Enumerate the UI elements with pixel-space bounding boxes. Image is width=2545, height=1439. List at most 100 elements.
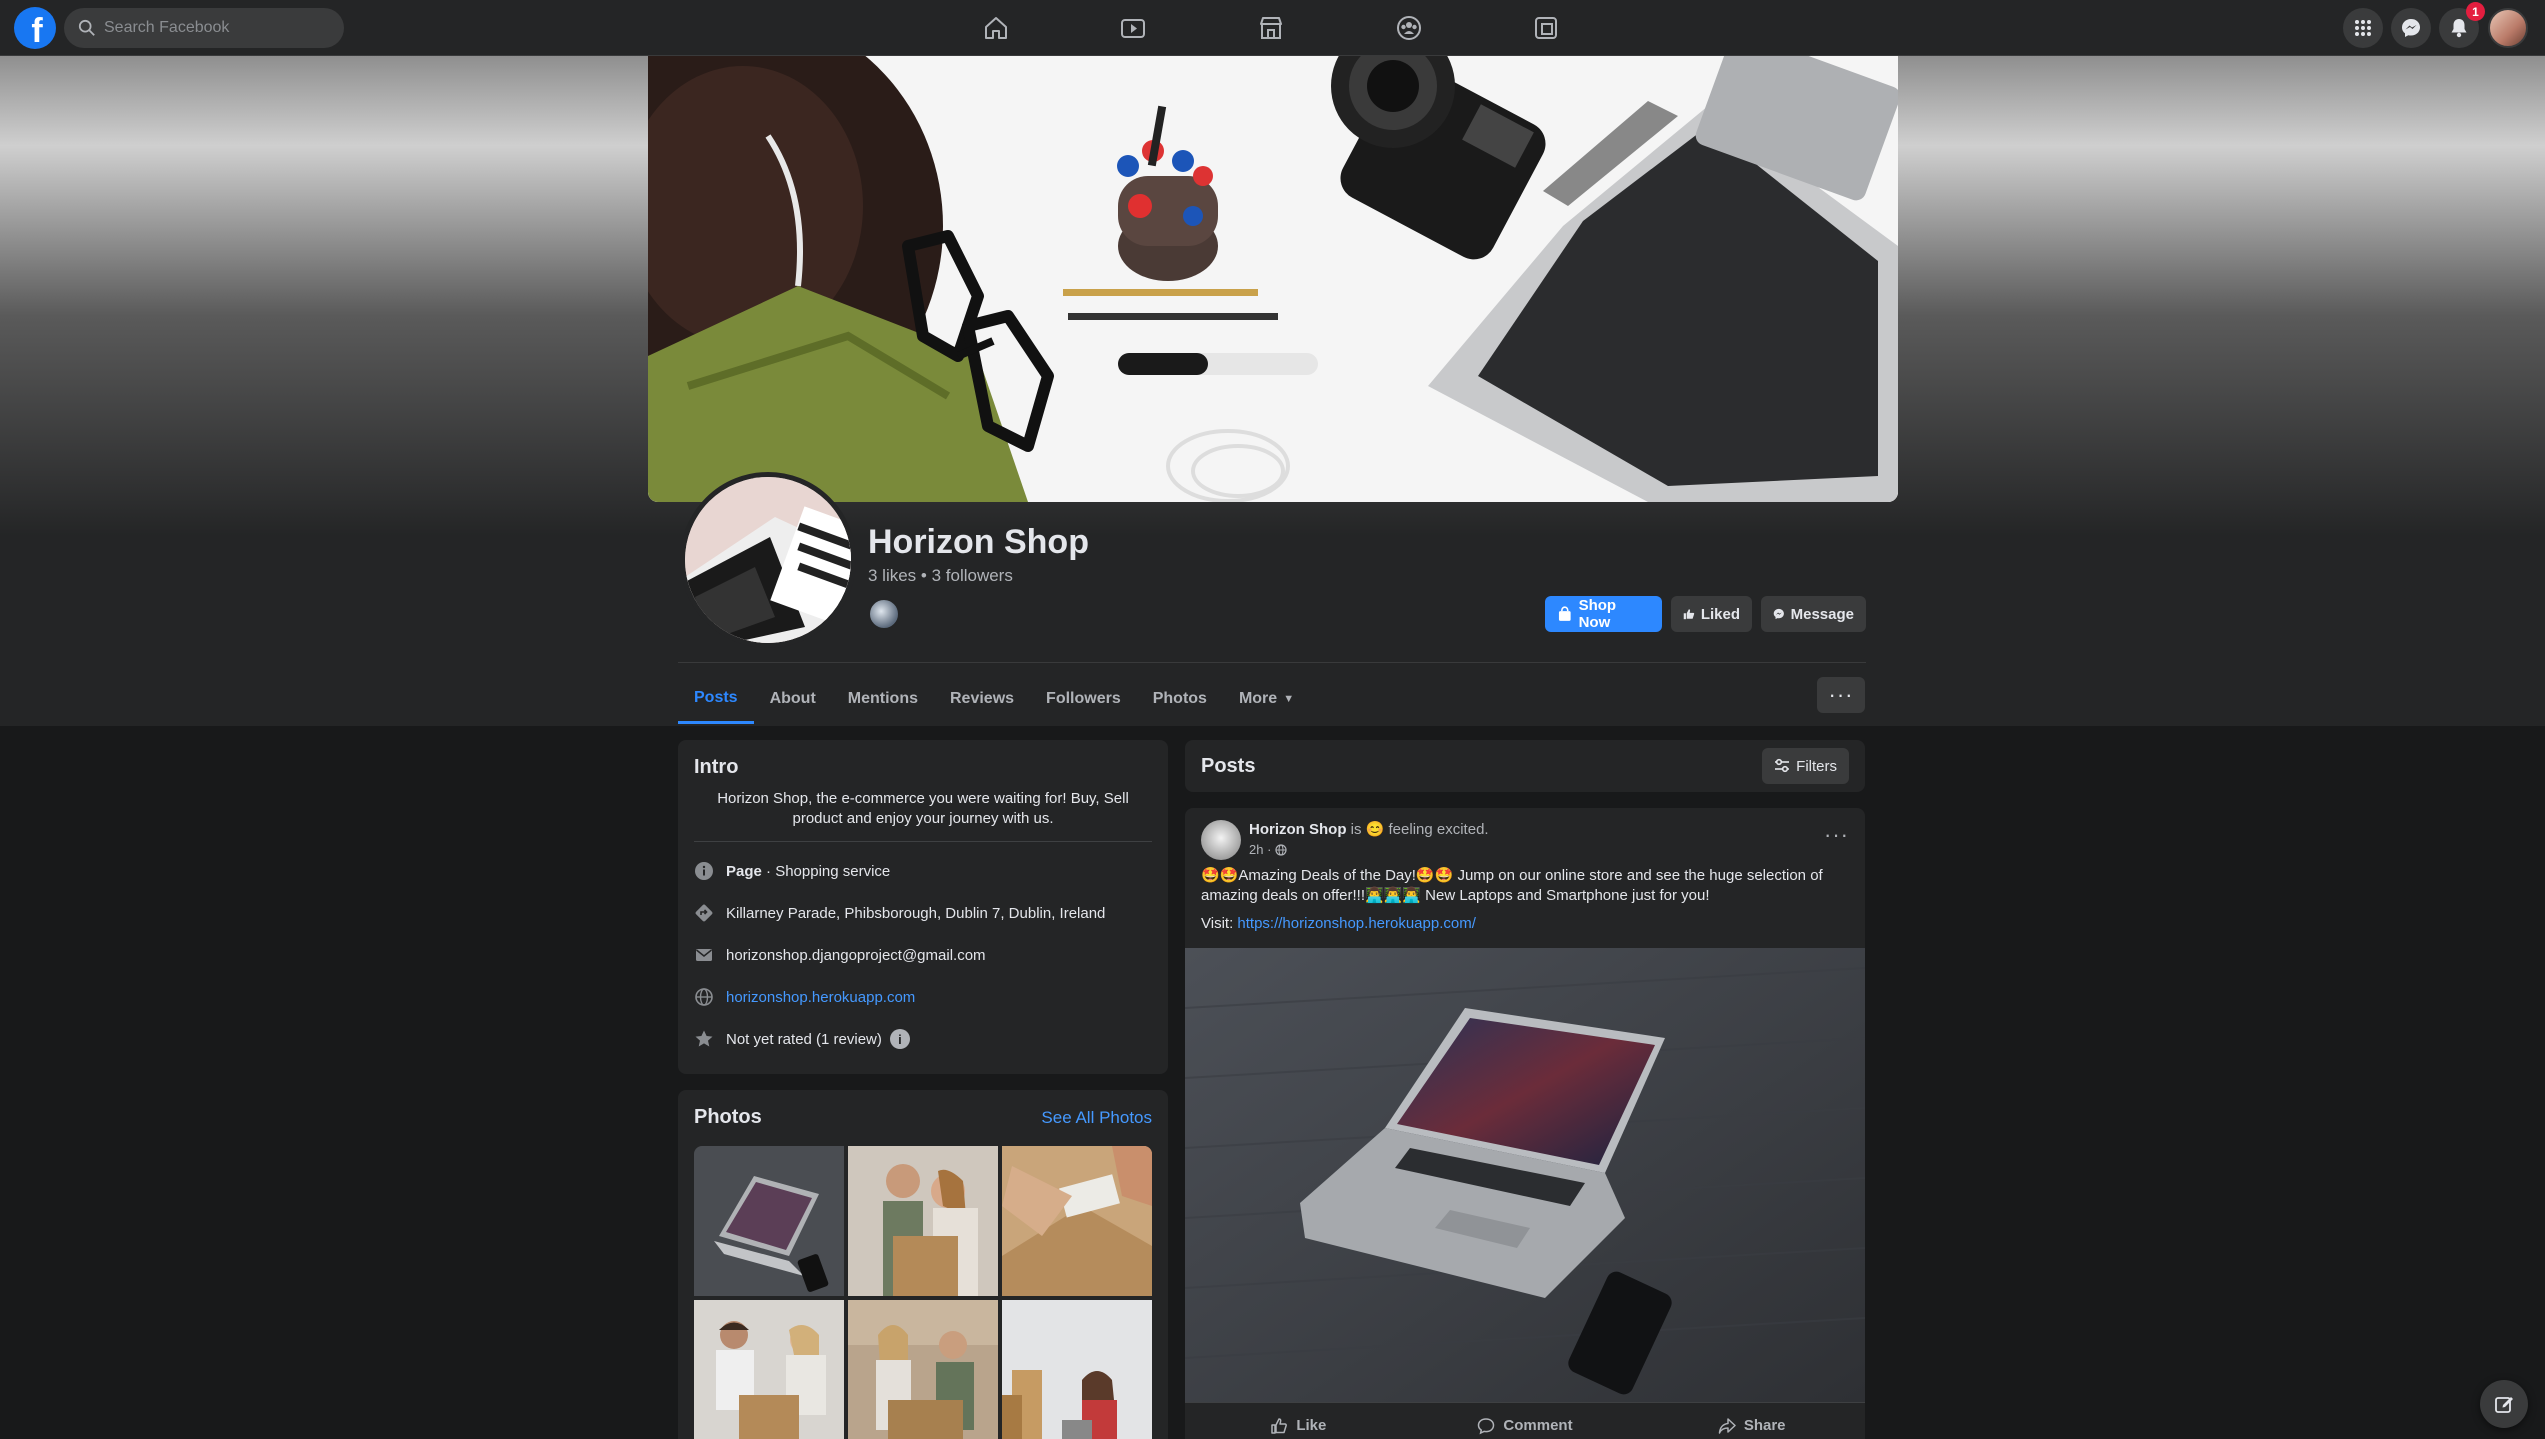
photo-package-illustration: [1002, 1146, 1152, 1296]
nav-tab-gaming[interactable]: [1491, 6, 1601, 50]
like-label: Like: [1296, 1417, 1327, 1434]
post-actions-bar: Like Comment Share: [1185, 1402, 1865, 1439]
menu-grid-icon: [2355, 20, 2371, 36]
shop-now-label: Shop Now: [1578, 597, 1617, 631]
directions-icon: [695, 904, 713, 922]
intro-category-prefix: Page: [726, 862, 762, 880]
tab-more[interactable]: More ▼: [1223, 674, 1310, 724]
post-image-laptop-illustration: [1185, 948, 1865, 1402]
posts-title: Posts: [1201, 755, 1256, 777]
post-card: Horizon Shop is 😊 feeling excited. 2h · …: [1185, 808, 1865, 1439]
intro-title: Intro: [694, 756, 739, 778]
post-meta: 2h ·: [1249, 842, 1288, 857]
like-button[interactable]: Like: [1185, 1403, 1412, 1439]
comment-label: Comment: [1503, 1417, 1573, 1434]
intro-divider: [694, 841, 1152, 842]
marketplace-icon: [1260, 17, 1282, 39]
page-stats[interactable]: 3 likes • 3 followers: [868, 566, 1013, 586]
compose-icon: [2495, 1397, 2513, 1413]
photo-team-packing-illustration: [694, 1300, 844, 1439]
see-all-photos-link[interactable]: See All Photos: [1041, 1108, 1152, 1128]
groups-icon: [1397, 16, 1421, 40]
comment-button[interactable]: Comment: [1412, 1403, 1639, 1439]
nav-tab-home[interactable]: [941, 6, 1051, 50]
info-icon: [695, 862, 713, 880]
photos-card: Photos See All Photos: [678, 1090, 1168, 1439]
message-label: Message: [1790, 605, 1854, 623]
post-author-avatar[interactable]: [1201, 820, 1241, 860]
intro-website-link[interactable]: horizonshop.herokuapp.com: [726, 989, 915, 1006]
filters-label: Filters: [1796, 757, 1837, 775]
tab-photos[interactable]: Photos: [1137, 674, 1223, 724]
caret-down-icon: ▼: [1283, 693, 1295, 705]
intro-category: · Shopping service: [761, 862, 891, 880]
photo-laptop-illustration: [694, 1146, 844, 1296]
account-avatar[interactable]: [2488, 8, 2528, 48]
post-text: 🤩🤩Amazing Deals of the Day!🤩🤩 Jump on ou…: [1201, 867, 1823, 904]
shopping-bag-icon: [1558, 606, 1571, 621]
photo-thumbnail[interactable]: [694, 1146, 844, 1296]
notifications-icon: [2451, 19, 2467, 38]
notifications-button[interactable]: 1: [2439, 2, 2485, 48]
post-timestamp[interactable]: 2h ·: [1249, 842, 1271, 857]
facebook-logo-glyph: f: [31, 11, 43, 50]
photo-warehouse-illustration: [848, 1300, 998, 1439]
nav-tab-watch[interactable]: [1078, 6, 1188, 50]
intro-address: Killarney Parade, Phibsborough, Dublin 7…: [726, 904, 1106, 922]
photo-couple-boxes-illustration: [848, 1146, 998, 1296]
photo-thumbnail[interactable]: [1002, 1300, 1152, 1439]
share-button[interactable]: Share: [1638, 1403, 1865, 1439]
filters-icon: [1775, 758, 1790, 773]
intro-address-row: Killarney Parade, Phibsborough, Dublin 7…: [694, 892, 1152, 934]
globe-icon: [695, 988, 713, 1006]
more-options-button[interactable]: ···: [1817, 677, 1865, 713]
facebook-logo[interactable]: f: [14, 7, 56, 50]
post-author-name[interactable]: Horizon Shop: [1249, 821, 1347, 838]
intro-email[interactable]: horizonshop.djangoproject@gmail.com: [726, 947, 986, 964]
rating-info-icon[interactable]: i: [889, 1029, 910, 1049]
post-visit-line: Visit: https://horizonshop.herokuapp.com…: [1201, 915, 1476, 932]
message-button[interactable]: Message: [1761, 596, 1866, 632]
search-box[interactable]: [64, 8, 344, 48]
photo-thumbnail[interactable]: [848, 1300, 998, 1439]
tab-followers[interactable]: Followers: [1030, 674, 1137, 724]
new-message-button[interactable]: [2480, 1380, 2528, 1428]
home-icon: [985, 17, 1007, 39]
photo-thumbnail[interactable]: [848, 1146, 998, 1296]
post-image[interactable]: [1185, 948, 1865, 1402]
tab-posts[interactable]: Posts: [678, 674, 754, 724]
tab-about[interactable]: About: [754, 674, 832, 724]
post-feeling: is 😊 feeling excited.: [1346, 821, 1489, 838]
filters-button[interactable]: Filters: [1762, 748, 1849, 784]
messenger-icon: [2402, 19, 2420, 37]
messenger-icon: [1773, 608, 1784, 620]
cover-photo[interactable]: [648, 56, 1898, 502]
comment-icon: [1478, 1417, 1495, 1434]
star-icon: [695, 1030, 713, 1047]
nav-tab-groups[interactable]: [1354, 6, 1464, 50]
intro-bio: Horizon Shop, the e-commerce you were wa…: [717, 790, 1129, 827]
page-title: Horizon Shop: [868, 523, 1089, 561]
menu-button[interactable]: [2343, 8, 2383, 48]
search-input[interactable]: [104, 19, 324, 37]
tab-more-label: More: [1238, 690, 1278, 707]
intro-card: Intro Horizon Shop, the e-commerce you w…: [678, 740, 1168, 1074]
tab-reviews[interactable]: Reviews: [934, 674, 1030, 724]
messenger-button[interactable]: [2391, 8, 2431, 48]
header-divider: [678, 662, 1866, 663]
shop-now-button[interactable]: Shop Now: [1545, 596, 1662, 632]
notification-badge: 1: [2466, 2, 2485, 21]
follower-avatar[interactable]: [868, 598, 900, 630]
intro-rating: Not yet rated (1 review): [726, 1030, 882, 1048]
watch-icon: [1121, 19, 1145, 38]
liked-label: Liked: [1700, 605, 1740, 623]
tab-mentions[interactable]: Mentions: [832, 674, 934, 724]
photo-thumbnail[interactable]: [694, 1300, 844, 1439]
photo-thumbnail[interactable]: [1002, 1146, 1152, 1296]
liked-button[interactable]: Liked: [1671, 596, 1752, 632]
top-navigation-bar: f 1: [0, 0, 2545, 56]
post-visit-link[interactable]: https://horizonshop.herokuapp.com/: [1237, 915, 1475, 932]
post-options-icon[interactable]: ···: [1824, 822, 1849, 848]
profile-picture[interactable]: [680, 472, 856, 648]
nav-tab-marketplace[interactable]: [1216, 6, 1326, 50]
